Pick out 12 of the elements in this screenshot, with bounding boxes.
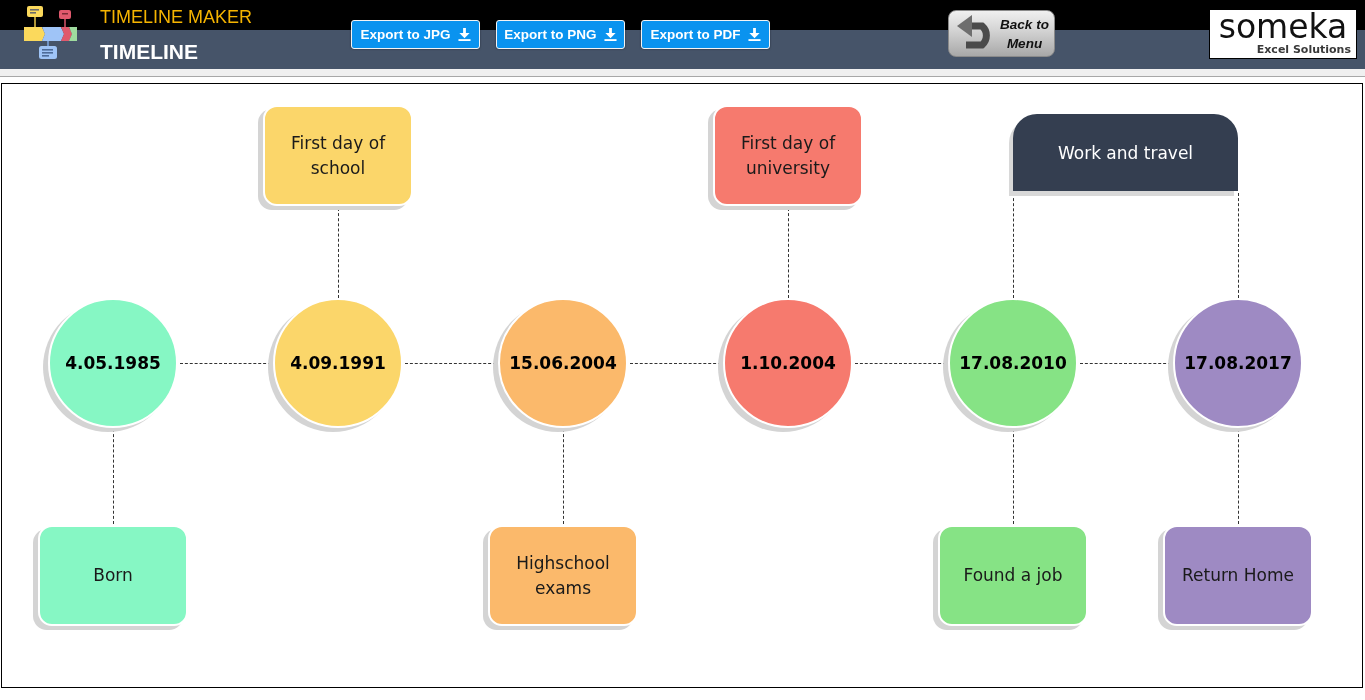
export-button[interactable]: Export to PDF	[641, 20, 770, 49]
export-button[interactable]: Export to JPG	[351, 20, 480, 49]
download-icon	[747, 28, 761, 41]
timeline-logo-icon	[24, 5, 78, 60]
download-icon	[603, 28, 617, 41]
brand-name: someka	[1217, 11, 1348, 43]
app-title: TIMELINE MAKER	[100, 6, 253, 29]
brand-tagline: Excel Solutions	[1255, 43, 1351, 56]
back-to-menu-button[interactable]: Back to Menu	[948, 10, 1055, 57]
page-title: TIMELINE	[100, 39, 198, 65]
download-icon	[457, 28, 471, 41]
export-button[interactable]: Export to PNG	[496, 20, 625, 49]
